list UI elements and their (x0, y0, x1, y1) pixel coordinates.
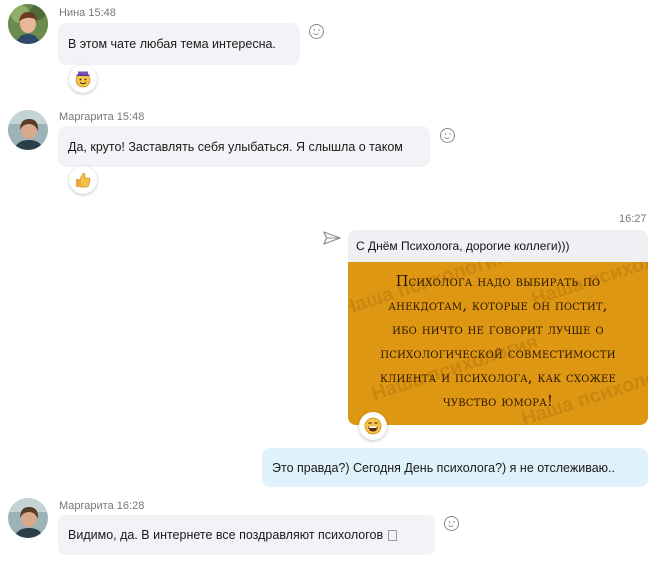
author-name: Маргарита (59, 111, 114, 123)
message-header-margarita: Маргарита 16:28 (59, 500, 144, 512)
message-bubble[interactable]: Да, круто! Заставлять себя улыбаться. Я … (58, 126, 430, 167)
message-bubble[interactable]: В этом чате любая тема интересна. (58, 23, 300, 65)
avatar-margarita[interactable] (8, 498, 48, 538)
message-time: 16:28 (116, 500, 145, 512)
reaction-thumbs-up-icon[interactable] (69, 166, 97, 194)
message-text: Видимо, да. В интернете все поздравляют … (68, 528, 384, 542)
postcard-line: чувство юмора! (442, 394, 554, 410)
message-text: Это правда?) Сегодня День психолога?) я … (272, 460, 615, 475)
message-time: 15:48 (116, 111, 145, 123)
postcard-line: психологической совместимости (380, 346, 616, 362)
add-reaction-icon[interactable] (440, 128, 455, 143)
message-time: 15:48 (88, 7, 116, 19)
postcard-image[interactable]: Наша психология Наша психология Наша пси… (348, 262, 648, 425)
avatar-nina[interactable] (8, 4, 48, 44)
message-bubble[interactable]: Это правда?) Сегодня День психолога?) я … (262, 448, 648, 487)
author-name: Маргарита (59, 500, 114, 512)
sent-status-icon (323, 231, 341, 250)
add-reaction-icon[interactable] (309, 24, 324, 39)
message-header-nina: Нина 15:48 (59, 7, 116, 19)
image-caption: С Днём Психолога, дорогие коллеги))) (356, 239, 570, 253)
message-text: В этом чате любая тема интересна. (68, 37, 276, 51)
postcard-line: клиента и психолога, как схожее (379, 370, 617, 386)
message-time: 16:27 (619, 213, 647, 225)
add-reaction-icon[interactable] (444, 516, 459, 531)
postcard-line: ибо ничто не говорит лучше о (392, 322, 604, 338)
postcard-text: Психолога надо выбирать по анекдотам, ко… (348, 270, 648, 414)
author-name: Нина (59, 7, 86, 19)
missing-emoji-icon (388, 529, 398, 541)
postcard-line: Психолога надо выбирать по (395, 274, 601, 290)
message-text: Да, круто! Заставлять себя улыбаться. Я … (68, 139, 403, 154)
message-bubble[interactable]: Видимо, да. В интернете все поздравляют … (58, 515, 435, 555)
message-header-margarita: Маргарита 15:48 (59, 111, 144, 123)
avatar-margarita[interactable] (8, 110, 48, 150)
image-message-card[interactable]: С Днём Психолога, дорогие коллеги))) Наш… (348, 230, 648, 425)
reaction-smiling-face-with-hat-icon[interactable] (69, 65, 97, 93)
reaction-laughing-face-icon[interactable] (359, 412, 387, 440)
postcard-line: анекдотам, которые он постит, (388, 298, 608, 314)
